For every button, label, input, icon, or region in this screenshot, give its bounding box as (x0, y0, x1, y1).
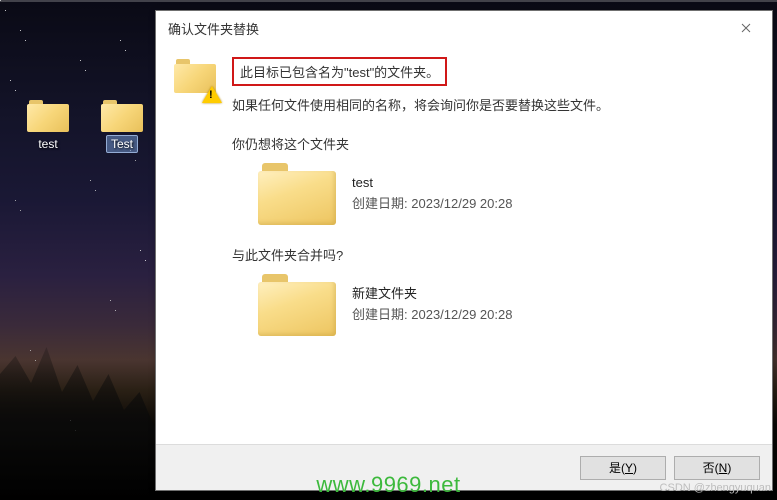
warning-triangle-icon (202, 86, 222, 103)
section-question-2: 与此文件夹合并吗? (232, 245, 754, 264)
desktop-icon-label: test (34, 136, 61, 152)
explanation-text: 如果任何文件使用相同的名称，将会询问你是否要替换这些文件。 (232, 96, 754, 116)
section-question-1: 你仍想将这个文件夹 (232, 134, 754, 153)
dialog-titlebar[interactable]: 确认文件夹替换 (156, 11, 772, 45)
folder-icon (258, 274, 336, 336)
folder-created-date: 创建日期: 2023/12/29 20:28 (352, 305, 512, 326)
folder-name: test (352, 173, 512, 194)
taskbar-edge (0, 0, 777, 2)
desktop-folder-test-selected[interactable]: Test (92, 98, 152, 152)
close-button[interactable] (728, 16, 764, 40)
folder-icon (258, 163, 336, 225)
dialog-title: 确认文件夹替换 (168, 19, 728, 38)
folder-icon (101, 98, 143, 132)
dialog-button-bar: 是(Y) 否(N) (156, 444, 772, 490)
tree-silhouette (0, 320, 155, 500)
no-button[interactable]: 否(N) (674, 456, 760, 480)
confirm-folder-replace-dialog: 确认文件夹替换 此目标已包含名为"test"的文件夹。 如果任何文件使用相同的名… (155, 10, 773, 491)
folder-name: 新建文件夹 (352, 284, 512, 305)
folder-icon (27, 98, 69, 132)
folder-warning-icon (174, 59, 218, 99)
desktop-icon-label: Test (107, 136, 137, 152)
folder-detail-source: test 创建日期: 2023/12/29 20:28 (258, 163, 754, 225)
dialog-content: 此目标已包含名为"test"的文件夹。 如果任何文件使用相同的名称，将会询问你是… (156, 45, 772, 444)
close-icon (741, 23, 751, 33)
yes-button[interactable]: 是(Y) (580, 456, 666, 480)
headline-highlighted: 此目标已包含名为"test"的文件夹。 (232, 57, 447, 86)
desktop-folder-test[interactable]: test (18, 98, 78, 152)
folder-created-date: 创建日期: 2023/12/29 20:28 (352, 194, 512, 215)
folder-detail-target: 新建文件夹 创建日期: 2023/12/29 20:28 (258, 274, 754, 336)
